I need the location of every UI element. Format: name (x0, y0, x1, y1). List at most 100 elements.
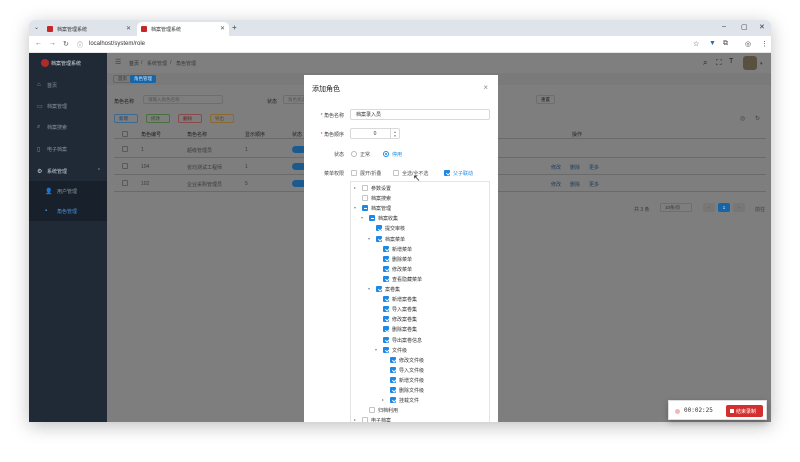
tree-node[interactable]: ▾ 文件级 (351, 345, 489, 355)
tree-node-checkbox[interactable] (376, 286, 382, 292)
tag-roles[interactable]: 角色管理 (130, 75, 156, 83)
row-delete-link[interactable]: 删除 (570, 181, 580, 188)
browser-tab-active[interactable]: 档案管理系统 ✕ (137, 22, 229, 36)
row-delete-link[interactable]: 删除 (570, 164, 580, 171)
tree-node[interactable]: 修改文件级 (351, 355, 489, 365)
tree-node-checkbox[interactable] (383, 326, 389, 333)
breadcrumb-item[interactable]: 首页 (129, 60, 139, 67)
browser-tab[interactable]: 档案管理系统 ✕ (43, 22, 135, 36)
tree-node-checkbox[interactable] (383, 275, 389, 282)
row-more-link[interactable]: 更多 (589, 181, 599, 188)
new-tab-button[interactable]: + (232, 23, 237, 32)
chevron-down-icon[interactable]: ▾ (760, 61, 763, 67)
tree-node[interactable]: 提交审核 (351, 223, 489, 233)
tree-node[interactable]: ▸ 挂载文件 (351, 395, 489, 405)
caret-right-icon[interactable]: ▸ (354, 417, 356, 422)
tree-node-checkbox[interactable] (369, 407, 375, 414)
status-radio-disabled[interactable] (383, 151, 389, 157)
caret-down-icon[interactable]: ▾ (375, 347, 377, 352)
role-name-input[interactable]: 档案录入员 (350, 109, 490, 120)
caret-down-icon[interactable]: ▾ (354, 205, 356, 210)
sidebar-item-archive-search[interactable]: ⌕ 档案搜索 (29, 117, 107, 137)
tree-node-checkbox[interactable] (362, 205, 368, 212)
tree-node-checkbox[interactable] (383, 346, 389, 353)
tree-node[interactable]: ▾ 档案管理 (351, 203, 489, 213)
sidebar-item-archive[interactable]: ▭ 档案管理 (29, 96, 107, 116)
tree-node-checkbox[interactable] (362, 417, 368, 422)
reload-icon[interactable]: ↻ (63, 40, 69, 48)
tree-node-checkbox[interactable] (362, 185, 368, 191)
caret-right-icon[interactable]: ▸ (382, 397, 384, 402)
font-size-icon[interactable]: T (729, 58, 733, 65)
stop-recording-button[interactable]: 结束录制 (726, 405, 763, 417)
hamburger-icon[interactable]: ☰ (115, 58, 121, 66)
parent-child-link-checkbox[interactable] (444, 170, 450, 176)
row-checkbox[interactable] (122, 180, 128, 186)
expand-collapse-checkbox[interactable] (351, 170, 357, 176)
edit-button[interactable]: 修改 (146, 114, 170, 123)
tree-node-checkbox[interactable] (390, 366, 396, 373)
next-page-button[interactable]: › (733, 203, 745, 212)
sidebar-item-e-archive[interactable]: ▯ 电子档案 (29, 139, 107, 159)
page-size-select[interactable]: 10条/页 (660, 203, 692, 212)
menu-permission-tree[interactable]: ▸ 参数设置 档案搜索 ▾ 档案管理 ▾ 档案收集 提交审核 ▾ 档案菜单 新增菜单 删除菜单 修改菜单… (350, 181, 490, 422)
fullscreen-icon[interactable]: ⛶ (716, 58, 722, 68)
search-icon[interactable]: ⌕ (703, 58, 707, 68)
caret-down-icon[interactable]: ▾ (361, 215, 363, 220)
avatar[interactable] (743, 56, 757, 70)
tree-node-checkbox[interactable] (383, 306, 389, 313)
url-field[interactable]: localhost/system/role (89, 41, 145, 47)
minimize-button[interactable]: – (722, 23, 726, 30)
caret-down-icon[interactable]: ▾ (368, 236, 370, 241)
tree-node[interactable]: ▸ 电子档案 (351, 415, 489, 422)
add-button[interactable]: 新增 (114, 114, 138, 123)
browser-menu-icon[interactable]: ⋮ (761, 40, 768, 48)
tab-search-icon[interactable]: ⌄ (34, 24, 39, 31)
tree-node-checkbox[interactable] (362, 195, 368, 202)
tree-node-checkbox[interactable] (369, 215, 375, 222)
tree-node[interactable]: ▾ 案卷集 (351, 284, 489, 294)
close-tab-icon[interactable]: ✕ (126, 25, 131, 32)
close-tab-icon[interactable]: ✕ (220, 25, 225, 32)
row-edit-link[interactable]: 修改 (551, 164, 561, 171)
extensions-puzzle-icon[interactable]: ⧉ (723, 40, 728, 48)
tree-node[interactable]: 新增菜单 (351, 244, 489, 254)
tree-node[interactable]: 新增案卷集 (351, 294, 489, 304)
tree-node[interactable]: 删除菜单 (351, 254, 489, 264)
tree-node[interactable]: 修改菜单 (351, 264, 489, 274)
tree-node-checkbox[interactable] (390, 356, 396, 363)
sidebar-item-system[interactable]: ⚙ 系统管理 ⌃ (29, 161, 107, 181)
tree-node-checkbox[interactable] (383, 255, 389, 262)
bookmark-star-icon[interactable]: ☆ (693, 40, 699, 48)
role-name-search-input[interactable]: 请输入角色名称 (143, 95, 223, 104)
tree-node[interactable]: 删除案卷集 (351, 324, 489, 334)
caret-down-icon[interactable]: ▾ (368, 286, 370, 291)
profile-icon[interactable]: ◎ (745, 40, 751, 48)
status-radio-normal[interactable] (351, 151, 357, 157)
sidebar-item-roles[interactable]: ▪ 角色管理 (29, 201, 107, 221)
select-all-checkbox[interactable] (122, 131, 128, 137)
tree-node[interactable]: 修改案卷集 (351, 314, 489, 324)
page-number-current[interactable]: 1 (718, 203, 730, 212)
stepper-arrows-icon[interactable]: ▲ ▼ (390, 129, 399, 138)
row-checkbox[interactable] (122, 163, 128, 169)
tree-node[interactable]: 删除文件级 (351, 385, 489, 395)
forward-icon[interactable]: → (49, 40, 56, 47)
close-window-button[interactable]: ✕ (759, 23, 765, 31)
reset-button[interactable]: 重置 (536, 95, 555, 104)
prev-page-button[interactable]: ‹ (703, 203, 715, 212)
row-checkbox[interactable] (122, 146, 128, 152)
extension-icon[interactable]: ▼ (709, 40, 716, 47)
tree-node[interactable]: ▾ 档案菜单 (351, 234, 489, 244)
tree-node-checkbox[interactable] (390, 387, 396, 393)
export-button[interactable]: 导出 (210, 114, 234, 123)
tree-node-checkbox[interactable] (383, 296, 389, 303)
tree-node-checkbox[interactable] (383, 265, 389, 272)
tree-node[interactable]: ▸ 参数设置 (351, 183, 489, 193)
row-edit-link[interactable]: 修改 (551, 181, 561, 188)
role-order-stepper[interactable]: 0 ▲ ▼ (350, 128, 400, 139)
site-info-icon[interactable]: ⓘ (77, 40, 83, 49)
toggle-search-icon[interactable]: ◎ (740, 115, 745, 122)
tree-node[interactable]: 导出案卷信息 (351, 335, 489, 345)
tree-node-checkbox[interactable] (390, 376, 396, 383)
